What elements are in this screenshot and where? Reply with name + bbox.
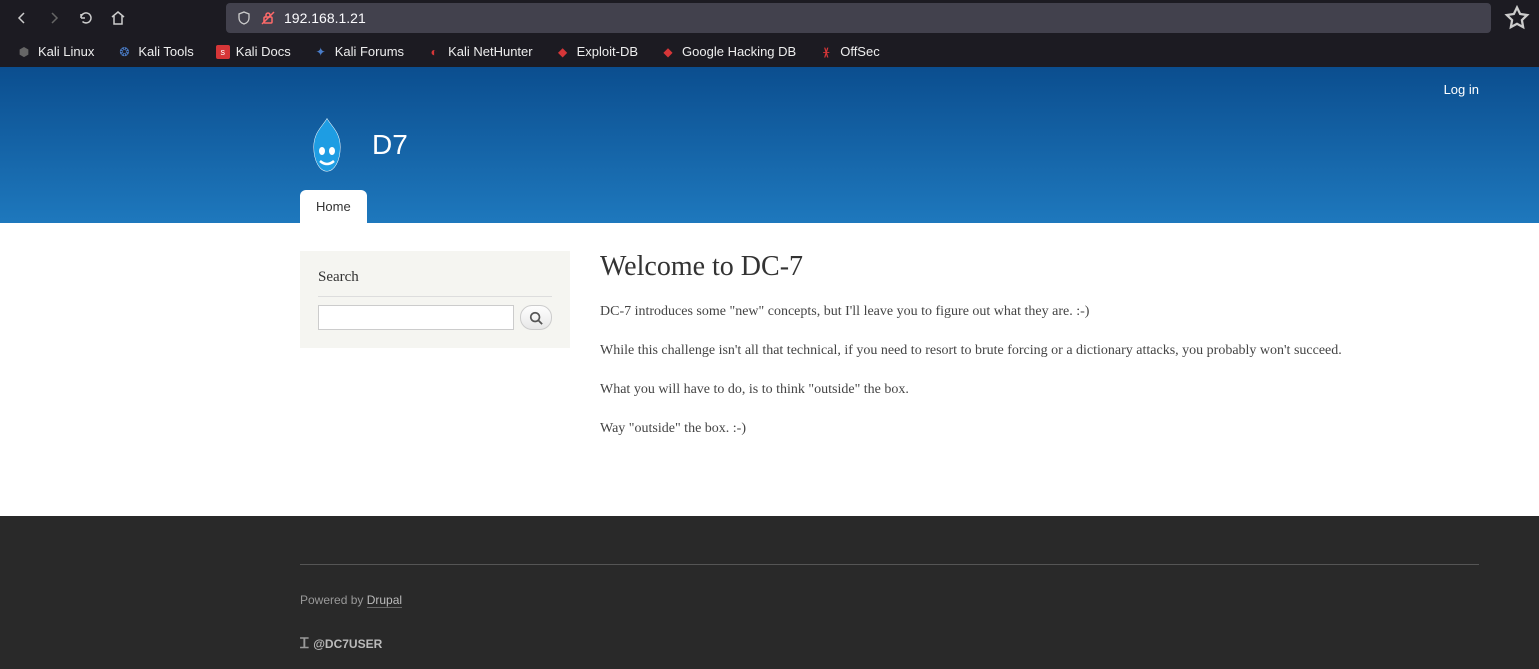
login-link[interactable]: Log in: [1444, 82, 1479, 97]
drupal-logo-icon[interactable]: [300, 115, 354, 175]
docs-icon: s: [216, 45, 230, 59]
article-paragraph: Way "outside" the box. :-): [600, 418, 1479, 439]
nethunter-icon: ◐: [426, 44, 442, 60]
ghdb-icon: ◆: [660, 44, 676, 60]
search-form: [318, 305, 552, 330]
tab-home[interactable]: Home: [300, 190, 367, 223]
bookmark-label: Exploit-DB: [577, 44, 638, 59]
search-submit-button[interactable]: [520, 305, 552, 330]
bookmark-label: Google Hacking DB: [682, 44, 796, 59]
bookmark-kali-docs[interactable]: s Kali Docs: [208, 40, 299, 63]
bookmark-google-hacking-db[interactable]: ◆ Google Hacking DB: [652, 40, 804, 64]
article-content: Welcome to DC-7 DC-7 introduces some "ne…: [600, 251, 1539, 516]
offsec-icon: ᚕ: [818, 44, 834, 60]
bookmark-label: Kali Docs: [236, 44, 291, 59]
forums-icon: ✦: [313, 44, 329, 60]
bookmark-kali-tools[interactable]: ❂ Kali Tools: [108, 40, 201, 64]
bookmark-label: Kali Tools: [138, 44, 193, 59]
bookmark-kali-nethunter[interactable]: ◐ Kali NetHunter: [418, 40, 541, 64]
search-heading: Search: [318, 269, 552, 297]
page-title: Welcome to DC-7: [600, 251, 1479, 283]
url-bar[interactable]: 192.168.1.21: [226, 3, 1491, 33]
bookmark-label: Kali Linux: [38, 44, 94, 59]
main-content-area: Search Welcome to DC-7 DC-7 introduces s…: [0, 223, 1539, 516]
footer: Powered by Drupal Ꮖ @DC7USER: [0, 516, 1539, 669]
sidebar: Search: [300, 251, 570, 516]
footer-inner: Powered by Drupal Ꮖ @DC7USER: [300, 564, 1479, 652]
drupal-link[interactable]: Drupal: [367, 593, 402, 608]
lock-insecure-icon: [260, 10, 276, 26]
article-paragraph: DC-7 introduces some "new" concepts, but…: [600, 301, 1479, 322]
powered-by-text: Powered by: [300, 593, 367, 607]
site-branding: D7: [300, 115, 408, 175]
tools-icon: ❂: [116, 44, 132, 60]
search-icon: [529, 311, 543, 325]
browser-toolbar: 192.168.1.21: [0, 0, 1539, 36]
kali-icon: ⬢: [16, 44, 32, 60]
text-cursor-icon: Ꮖ: [300, 635, 309, 652]
home-button[interactable]: [104, 4, 132, 32]
bookmark-label: OffSec: [840, 44, 880, 59]
search-input[interactable]: [318, 305, 514, 330]
url-text: 192.168.1.21: [284, 10, 366, 26]
reload-button[interactable]: [72, 4, 100, 32]
main-tabs: Home: [300, 190, 367, 223]
bookmark-kali-forums[interactable]: ✦ Kali Forums: [305, 40, 412, 64]
bookmark-exploit-db[interactable]: ◆ Exploit-DB: [547, 40, 646, 64]
article-paragraph: While this challenge isn't all that tech…: [600, 340, 1479, 361]
page-header: Log in D7 Home: [0, 67, 1539, 223]
bookmark-label: Kali Forums: [335, 44, 404, 59]
back-button[interactable]: [8, 4, 36, 32]
site-name[interactable]: D7: [372, 129, 408, 161]
footer-user: Ꮖ @DC7USER: [300, 635, 1479, 652]
article-paragraph: What you will have to do, is to think "o…: [600, 379, 1479, 400]
footer-user-handle: @DC7USER: [313, 637, 382, 651]
forward-button[interactable]: [40, 4, 68, 32]
bookmark-label: Kali NetHunter: [448, 44, 533, 59]
bookmark-offsec[interactable]: ᚕ OffSec: [810, 40, 888, 64]
user-menu: Log in: [1444, 81, 1479, 99]
bookmark-star-button[interactable]: [1503, 4, 1531, 32]
exploitdb-icon: ◆: [555, 44, 571, 60]
search-block: Search: [300, 251, 570, 348]
footer-powered-by: Powered by Drupal: [300, 593, 1479, 607]
shield-icon: [236, 10, 252, 26]
bookmarks-bar: ⬢ Kali Linux ❂ Kali Tools s Kali Docs ✦ …: [0, 36, 1539, 67]
bookmark-kali-linux[interactable]: ⬢ Kali Linux: [8, 40, 102, 64]
